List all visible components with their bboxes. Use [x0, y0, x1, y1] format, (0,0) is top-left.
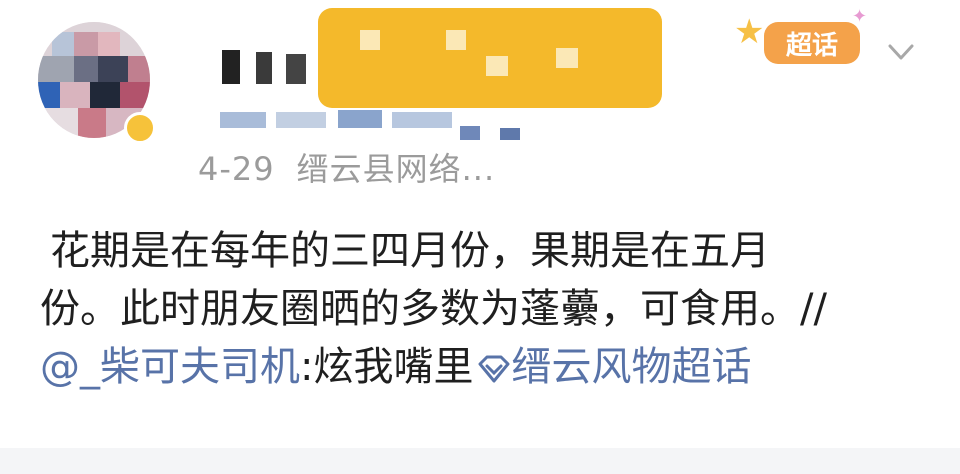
- username-pixel: [500, 128, 520, 140]
- username-pixel: [392, 112, 452, 128]
- username-pixel: [220, 112, 266, 128]
- username-pixel: [556, 48, 578, 68]
- username-pixel: [256, 52, 272, 84]
- username-pixel: [276, 112, 326, 128]
- sparkle-icon: ✦: [852, 6, 868, 27]
- star-icon: ★: [734, 12, 765, 52]
- repost-text: :炫我嘴里: [300, 344, 474, 390]
- topic-link[interactable]: 缙云风物超话: [473, 344, 751, 390]
- footer-divider: [0, 448, 960, 474]
- username-pixel: [222, 50, 240, 84]
- post-date: 4-29: [198, 150, 275, 188]
- chevron-down-icon[interactable]: [888, 38, 914, 64]
- username-pixel: [286, 54, 306, 84]
- content-line: 份。此时朋友圈晒的多数为蓬虆，可食用。//: [40, 286, 827, 332]
- username-pixel: [338, 110, 382, 128]
- post-source[interactable]: 缙云县网络...: [297, 150, 496, 188]
- content-line: @_柴可夫司机:炫我嘴里 缙云风物超话: [40, 338, 940, 396]
- post-meta: 4-29 缙云县网络...: [198, 144, 517, 190]
- username-pixel: [446, 30, 466, 50]
- diamond-icon: [478, 355, 510, 383]
- mention-link[interactable]: @_柴可夫司机: [40, 344, 300, 390]
- super-topic-label: 超话: [764, 22, 860, 64]
- content-line: 花期是在每年的三四月份，果期是在五月: [50, 228, 770, 274]
- username-pixel: [360, 30, 380, 50]
- super-topic-badge[interactable]: ★ 超话 ✦: [734, 6, 874, 70]
- username-pixel: [460, 126, 480, 140]
- username-pixel: [486, 56, 508, 76]
- topic-label: 缙云风物超话: [511, 344, 752, 390]
- post-content: 花期是在每年的三四月份，果期是在五月 份。此时朋友圈晒的多数为蓬虆，可食用。//…: [40, 222, 940, 396]
- verified-badge-icon: [124, 112, 156, 144]
